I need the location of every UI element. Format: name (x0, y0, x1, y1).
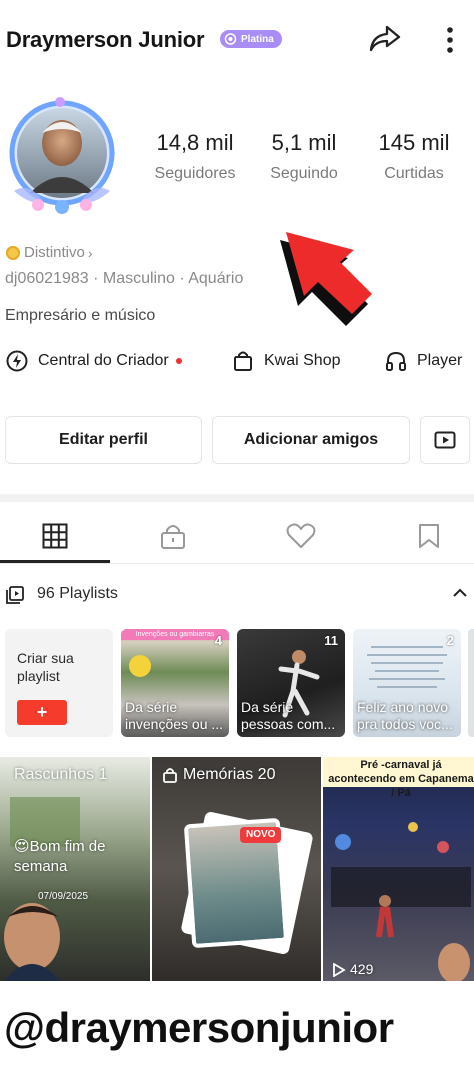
drafts-cell[interactable]: Rascunhos 1 😍Bom fim de semana 07/09/202… (0, 757, 150, 981)
playlists-header[interactable]: 96 Playlists (0, 582, 474, 608)
share-arrow-icon[interactable] (368, 22, 402, 56)
playlist-count: 2 (446, 633, 454, 648)
shortcut-label: Kwai Shop (264, 352, 341, 369)
stat-followers[interactable]: 14,8 mil Seguidores (140, 130, 250, 183)
video-thumbnail (331, 822, 471, 981)
headphones-icon (386, 351, 406, 371)
new-badge: NOVO (240, 827, 282, 843)
shopping-bag-icon (234, 351, 252, 371)
bookmark-icon (419, 524, 439, 548)
tab-private[interactable] (118, 508, 228, 564)
create-playlist-card[interactable]: Criar sua playlist + (5, 629, 113, 737)
username: Draymerson Junior (6, 27, 205, 52)
player-shortcut[interactable]: Player (385, 350, 462, 372)
profile-info: dj06021983 · Masculino · Aquário (5, 270, 244, 287)
active-tab-indicator (0, 560, 110, 563)
tab-grid[interactable] (0, 508, 110, 564)
stat-label: Seguindo (270, 165, 338, 182)
lock-icon (161, 525, 185, 549)
bolt-icon (6, 350, 28, 372)
heart-icon (286, 523, 316, 548)
notification-dot (175, 358, 182, 364)
memories-label: Memórias 20 (183, 766, 276, 783)
stat-value: 145 mil (378, 130, 450, 155)
playlist-count: 4 (214, 633, 222, 648)
tab-saved[interactable] (374, 508, 474, 564)
edit-profile-button[interactable]: Editar perfil (5, 416, 202, 464)
video-play-button[interactable] (420, 416, 470, 464)
video-cell[interactable]: Pré -carnaval já acontecendo em Capanema… (323, 757, 474, 981)
playlist-caption: Da série invenções ou ... (125, 699, 224, 732)
profile-header: Draymerson Junior Platina (0, 0, 474, 80)
distintivo-link[interactable]: Distintivo › (6, 244, 93, 261)
drafts-overlay-text: 😍Bom fim de semana (14, 838, 106, 875)
chevron-up-icon[interactable] (452, 587, 468, 599)
lock-icon (163, 768, 177, 783)
playlist-icon (6, 586, 24, 604)
kwai-shop-shortcut[interactable]: Kwai Shop (232, 350, 341, 372)
create-playlist-button[interactable]: + (17, 700, 67, 725)
more-vertical-icon[interactable] (438, 24, 462, 56)
playlist-card[interactable]: 11 Da série pessoas com... (237, 629, 345, 737)
arrow-overlay-icon (280, 232, 372, 326)
playlist-caption: Feliz ano novo pra todos voc... (357, 699, 453, 732)
shortcut-row: Central do Criador Kwai Shop Player (0, 350, 474, 384)
creator-center-shortcut[interactable]: Central do Criador (6, 350, 182, 372)
drafts-date: 07/09/2025 (38, 891, 89, 902)
distintivo-label: Distintivo (24, 244, 85, 261)
memories-cell[interactable]: NOVO Memórias 20 (152, 757, 321, 981)
grid-icon (42, 523, 68, 549)
tab-liked[interactable] (246, 508, 356, 564)
gem-icon (224, 33, 237, 45)
create-playlist-label: Criar sua playlist (17, 650, 74, 684)
profile-handle: @draymersonjunior (4, 1004, 394, 1051)
video-icon (434, 431, 456, 449)
stat-value: 14,8 mil (156, 130, 234, 155)
playlist-card-peek (468, 629, 474, 737)
playlists-title: 96 Playlists (37, 585, 118, 602)
profile-bio: Empresário e músico (5, 307, 156, 324)
emoji-icon (129, 655, 151, 677)
platina-badge[interactable]: Platina (220, 30, 282, 48)
play-icon (333, 963, 346, 977)
video-views: 429 (350, 961, 374, 977)
avatar[interactable] (0, 95, 124, 223)
stat-label: Curtidas (384, 165, 444, 182)
add-friends-button[interactable]: Adicionar amigos (212, 416, 410, 464)
playlist-card[interactable]: Invenções ou gambiarras 4 Da série inven… (121, 629, 229, 737)
stat-label: Seguidores (154, 165, 236, 182)
stat-following[interactable]: 5,1 mil Seguindo (249, 130, 359, 183)
shortcut-label: Player (417, 352, 463, 369)
section-divider (0, 494, 474, 502)
drafts-label: Rascunhos 1 (14, 766, 108, 783)
profile-stats: 14,8 mil Seguidores 5,1 mil Seguindo 145… (140, 130, 474, 190)
shortcut-label: Central do Criador (38, 352, 169, 369)
playlist-caption: Da série pessoas com... (241, 699, 336, 732)
stat-likes[interactable]: 145 mil Curtidas (359, 130, 469, 183)
playlist-count: 11 (324, 633, 338, 648)
playlist-card[interactable]: 2 Feliz ano novo pra todos voc... (353, 629, 461, 737)
coin-icon (6, 245, 20, 260)
playlist-header-strip: Invenções ou gambiarras (121, 629, 229, 640)
content-tabs (0, 508, 474, 564)
chevron-right-icon: › (87, 244, 93, 261)
stat-value: 5,1 mil (271, 130, 337, 155)
badge-label: Platina (241, 33, 274, 45)
